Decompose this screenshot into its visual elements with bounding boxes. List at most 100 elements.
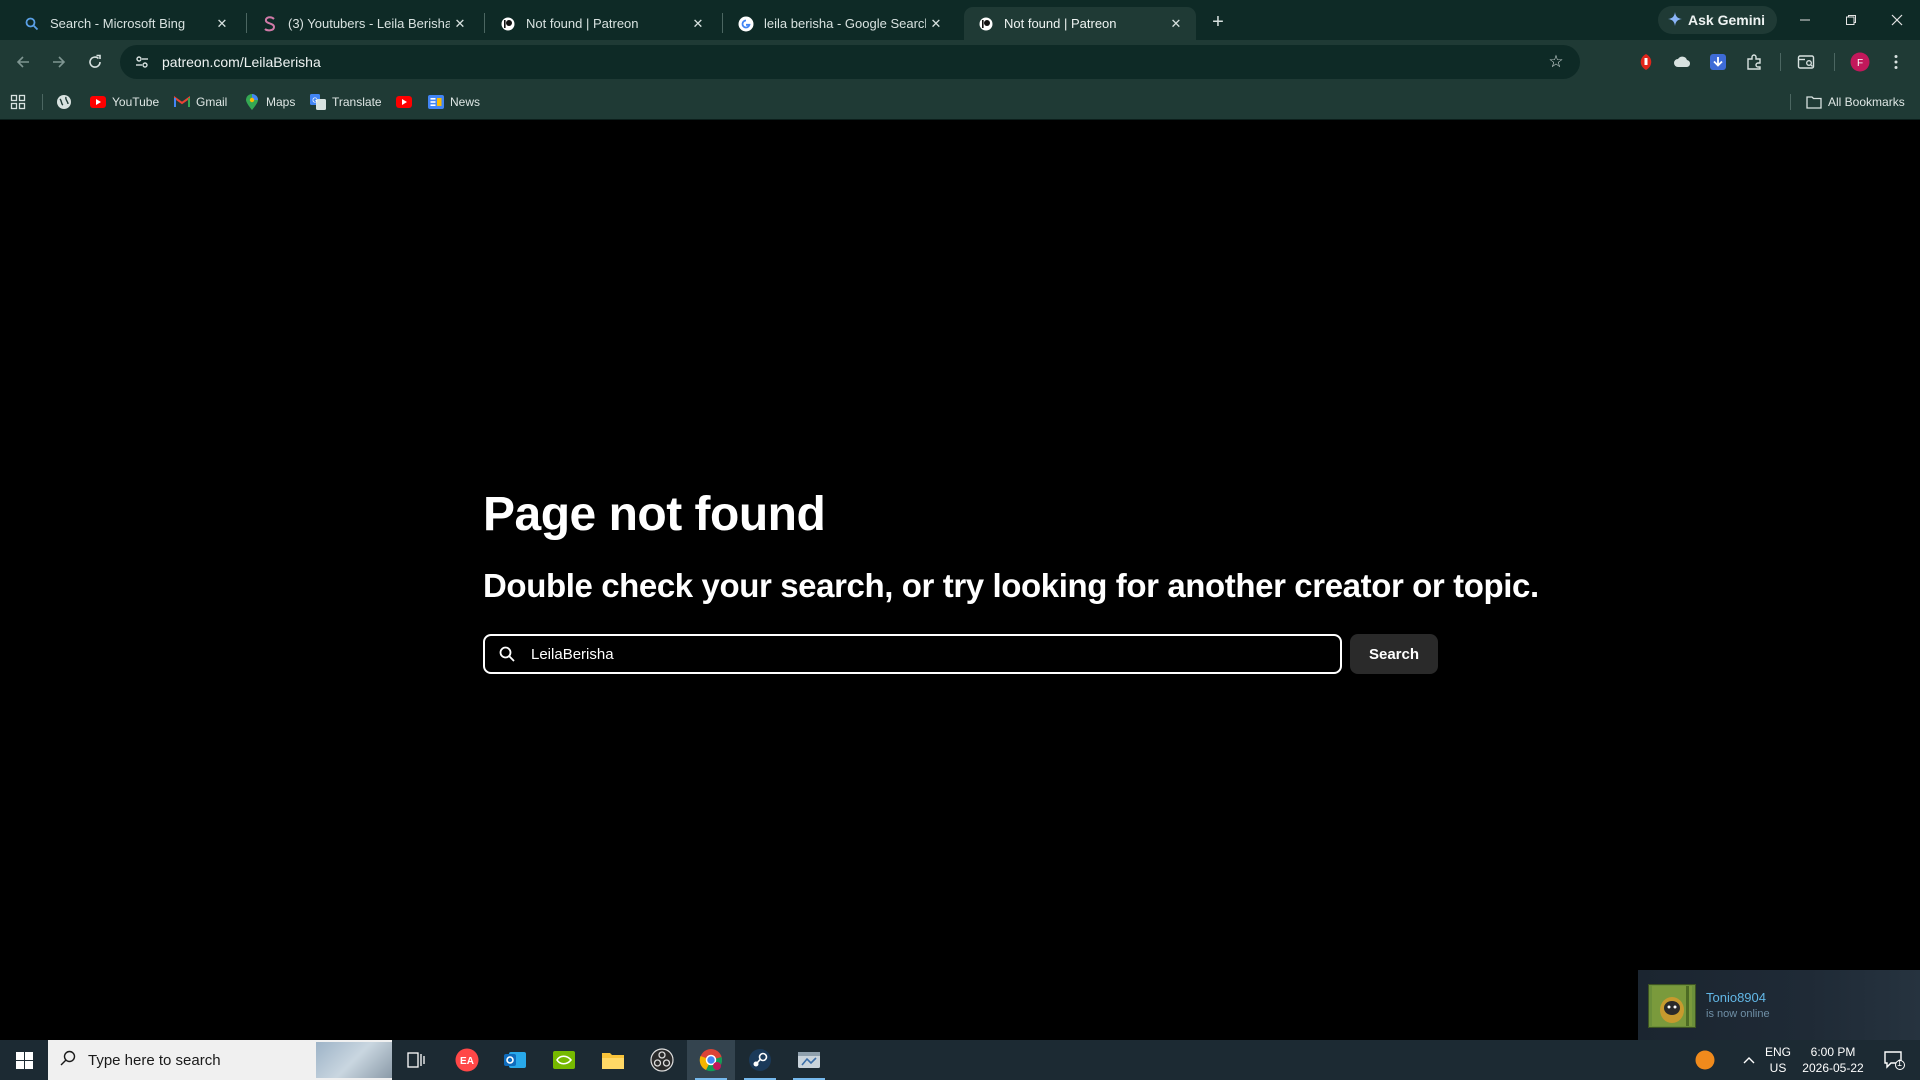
- toolbar-separator: [1834, 53, 1835, 71]
- site-s-icon: [262, 15, 278, 32]
- browser-toolbar: patreon.com/LeilaBerisha ☆ F: [0, 40, 1920, 84]
- close-icon[interactable]: ✕: [688, 14, 708, 34]
- globe-bookmark-icon[interactable]: [56, 91, 72, 113]
- tab-patreon-active[interactable]: Not found | Patreon ✕: [964, 7, 1196, 40]
- tab-separator: [484, 13, 485, 33]
- gemini-sparkle-icon: [1668, 11, 1682, 29]
- youtube-icon: [396, 94, 412, 110]
- tab-title: Not found | Patreon: [526, 16, 639, 31]
- tab-separator: [246, 13, 247, 33]
- address-bar[interactable]: patreon.com/LeilaBerisha ☆: [120, 45, 1580, 79]
- tab-title: Search - Microsoft Bing: [50, 16, 186, 31]
- ea-app-icon[interactable]: EA: [443, 1040, 491, 1080]
- ask-gemini-button[interactable]: Ask Gemini: [1658, 6, 1778, 34]
- svg-text:EA: EA: [460, 1056, 474, 1067]
- bookmark-label: YouTube: [112, 95, 160, 109]
- translate-icon: G: [310, 94, 326, 110]
- language-code: ENG: [1764, 1045, 1791, 1059]
- browser-menu-icon[interactable]: [1885, 51, 1907, 73]
- bookmark-label: Gmail: [196, 95, 228, 109]
- tab-bing-search[interactable]: Search - Microsoft Bing ✕: [10, 7, 242, 40]
- forward-button[interactable]: [44, 47, 74, 77]
- close-icon[interactable]: ✕: [926, 14, 946, 34]
- bookmark-youtube-2[interactable]: [396, 91, 412, 113]
- tab-title: (3) Youtubers - Leila Berisha | Pa: [288, 16, 450, 31]
- news-icon: [428, 94, 444, 110]
- maps-pin-icon: [244, 94, 260, 110]
- all-bookmarks-button[interactable]: All Bookmarks: [1806, 91, 1905, 113]
- extensions-puzzle-icon[interactable]: [1743, 51, 1765, 73]
- friend-name: Tonio8904: [1706, 990, 1766, 1005]
- clock-date: 2026-05-22: [1802, 1061, 1864, 1075]
- orange-status-icon[interactable]: [1690, 1040, 1720, 1080]
- close-icon[interactable]: ✕: [1166, 14, 1186, 34]
- friend-online-notification[interactable]: Tonio8904 is now online: [1638, 970, 1920, 1040]
- extension-cloud-icon[interactable]: [1671, 51, 1693, 73]
- search-icon: [60, 1050, 76, 1071]
- ask-gemini-label: Ask Gemini: [1688, 12, 1766, 28]
- search-button[interactable]: Search: [1350, 634, 1438, 674]
- url-text[interactable]: patreon.com/LeilaBerisha: [162, 54, 321, 70]
- nvidia-icon[interactable]: [540, 1040, 588, 1080]
- windows-taskbar: Type here to search EA ENG US 6:00 PM 20…: [0, 1040, 1920, 1080]
- tab-strip: Search - Microsoft Bing ✕ (3) Youtubers …: [0, 0, 1920, 40]
- tab-google-search[interactable]: leila berisha - Google Search ✕: [724, 7, 956, 40]
- file-explorer-icon[interactable]: [589, 1040, 637, 1080]
- bookmark-maps[interactable]: Maps: [244, 91, 295, 113]
- tab-title: leila berisha - Google Search: [764, 16, 926, 31]
- taskbar-search-input[interactable]: Type here to search: [48, 1040, 392, 1080]
- task-view-icon[interactable]: [392, 1040, 440, 1080]
- bookmark-news[interactable]: News: [428, 91, 480, 113]
- tab-patreon-not-found[interactable]: Not found | Patreon ✕: [486, 7, 718, 40]
- search-icon: [24, 16, 40, 32]
- all-bookmarks-label: All Bookmarks: [1828, 95, 1905, 109]
- tab-search-icon[interactable]: [1795, 51, 1817, 73]
- notification-count: 1: [1897, 1058, 1903, 1068]
- chevron-up-icon[interactable]: [1734, 1040, 1764, 1080]
- folder-icon: [1806, 94, 1822, 110]
- bookmark-translate[interactable]: G Translate: [310, 91, 382, 113]
- language-indicator[interactable]: ENG US: [1762, 1040, 1794, 1080]
- obs-icon[interactable]: [638, 1040, 686, 1080]
- bookmarks-bar: YouTube Gmail Maps G Translate News All: [0, 84, 1920, 120]
- page-subtitle: Double check your search, or try looking…: [483, 567, 1539, 604]
- minimize-button[interactable]: [1782, 0, 1828, 40]
- bookmark-label: Maps: [266, 95, 296, 109]
- svg-text:G: G: [312, 98, 317, 105]
- apps-grid-icon[interactable]: [10, 91, 26, 113]
- extension-red-icon[interactable]: [1635, 51, 1657, 73]
- avatar: [1648, 984, 1696, 1028]
- site-info-icon[interactable]: [132, 52, 152, 72]
- gmail-icon: [174, 94, 190, 110]
- clock-time: 6:00 PM: [1810, 1045, 1856, 1059]
- close-window-button[interactable]: [1874, 0, 1920, 40]
- profile-avatar[interactable]: F: [1849, 51, 1871, 73]
- new-tab-button[interactable]: +: [1204, 8, 1232, 36]
- close-icon[interactable]: ✕: [450, 14, 470, 34]
- action-center-icon[interactable]: 1: [1874, 1040, 1914, 1080]
- reload-button[interactable]: [80, 47, 110, 77]
- bookmark-gmail[interactable]: Gmail: [174, 91, 227, 113]
- extension-download-icon[interactable]: [1707, 51, 1729, 73]
- bookmark-youtube[interactable]: YouTube: [90, 91, 159, 113]
- search-input-value[interactable]: LeilaBerisha: [531, 646, 614, 663]
- start-button[interactable]: [0, 1040, 48, 1080]
- creator-search-input[interactable]: LeilaBerisha: [483, 634, 1342, 674]
- steam-icon[interactable]: [736, 1040, 784, 1080]
- tab-separator: [722, 13, 723, 33]
- back-button[interactable]: [8, 47, 38, 77]
- search-icon: [497, 644, 517, 664]
- close-icon[interactable]: ✕: [212, 14, 232, 34]
- bookmark-star-icon[interactable]: ☆: [1546, 52, 1566, 72]
- chrome-icon[interactable]: [687, 1040, 735, 1080]
- patreon-icon: [978, 16, 994, 32]
- friend-status: is now online: [1706, 1008, 1770, 1020]
- outlook-icon[interactable]: [491, 1040, 539, 1080]
- tab-youtubers[interactable]: (3) Youtubers - Leila Berisha | Pa ✕: [248, 7, 480, 40]
- bookmark-label: News: [450, 95, 481, 109]
- page-content: Page not found Double check your search,…: [0, 121, 1920, 1041]
- clock[interactable]: 6:00 PM 2026-05-22: [1796, 1040, 1870, 1080]
- restore-button[interactable]: [1828, 0, 1874, 40]
- app-window-icon[interactable]: [785, 1040, 833, 1080]
- search-highlight-image: [316, 1042, 392, 1078]
